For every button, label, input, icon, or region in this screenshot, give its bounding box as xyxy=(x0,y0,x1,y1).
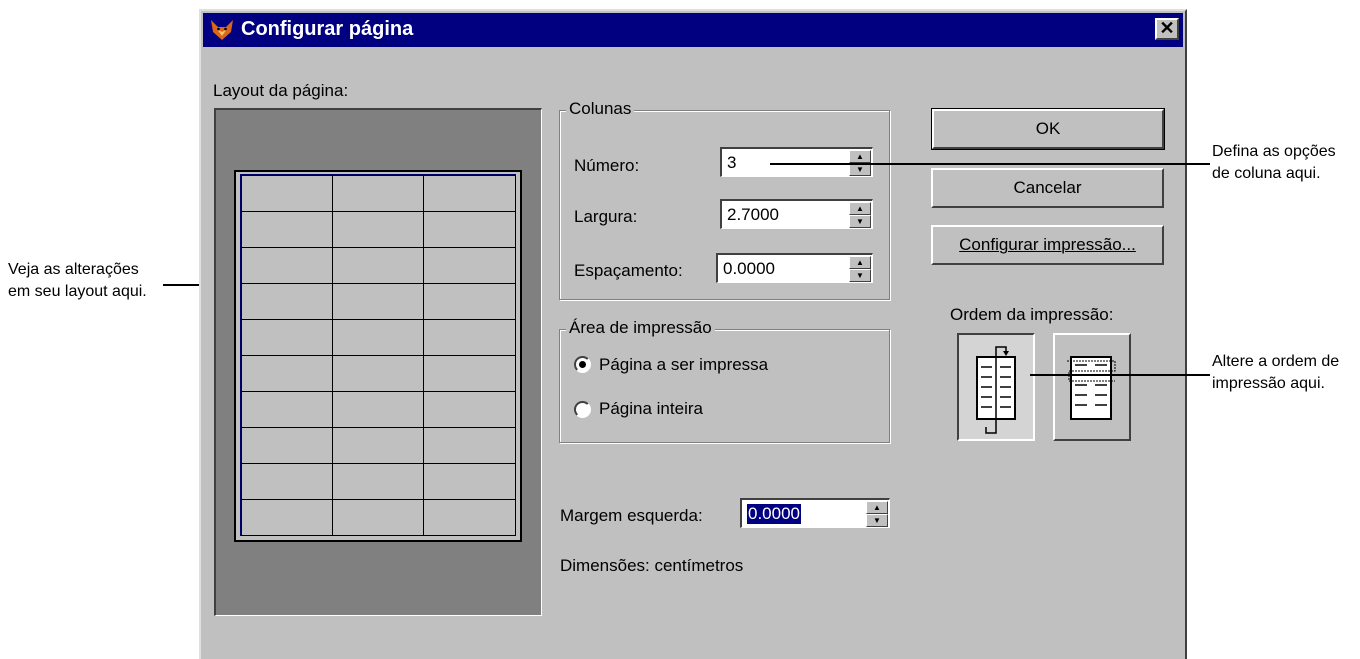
window-title: Configurar página xyxy=(241,18,414,40)
order-left-to-right-button[interactable] xyxy=(1053,333,1131,441)
print-setup-button[interactable]: Configurar impressão... xyxy=(931,225,1164,265)
preview-label-cell xyxy=(423,426,516,464)
preview-label-cell xyxy=(240,282,333,320)
layout-preview xyxy=(214,108,542,616)
radio-pagina-impressa[interactable] xyxy=(574,356,591,373)
preview-label-cell xyxy=(240,462,333,500)
title-bar[interactable]: Configurar página ✕ xyxy=(203,13,1183,47)
cancel-button[interactable]: Cancelar xyxy=(931,168,1164,208)
preview-label-cell xyxy=(423,318,516,356)
margem-value[interactable]: 0.0000 xyxy=(747,504,801,524)
preview-label-cell xyxy=(240,390,333,428)
espacamento-label: Espaçamento: xyxy=(574,261,683,280)
espacamento-up-button[interactable]: ▲ xyxy=(849,256,871,269)
order-label: Ordem da impressão: xyxy=(950,305,1114,324)
preview-label-cell xyxy=(331,462,425,500)
preview-label-cell xyxy=(331,354,425,392)
option-pagina-impressa[interactable]: Página a ser impressa xyxy=(599,355,768,375)
margem-spinner[interactable]: 0.0000 ▲ ▼ xyxy=(740,498,890,528)
margem-up-button[interactable]: ▲ xyxy=(866,501,888,514)
left-to-right-icon xyxy=(1067,356,1116,420)
preview-label-cell xyxy=(240,354,333,392)
numero-value[interactable]: 3 xyxy=(727,153,736,173)
numero-up-button[interactable]: ▲ xyxy=(849,150,871,163)
preview-grid xyxy=(240,174,516,536)
layout-label: Layout da página: xyxy=(213,81,349,100)
largura-up-button[interactable]: ▲ xyxy=(849,202,871,215)
callout-order-line2: impressão aqui. xyxy=(1212,375,1325,392)
preview-label-cell xyxy=(423,462,516,500)
preview-label-cell xyxy=(240,426,333,464)
close-icon: ✕ xyxy=(1159,18,1175,38)
preview-label-cell xyxy=(423,390,516,428)
margem-label: Margem esquerda: xyxy=(560,506,703,525)
callout-layout: Veja as alterações em seu layout aqui. xyxy=(8,259,147,303)
preview-label-cell xyxy=(240,318,333,356)
preview-label-cell xyxy=(331,426,425,464)
numero-label: Número: xyxy=(574,156,640,175)
page-setup-dialog: Configurar página ✕ Layout da página: Co… xyxy=(199,9,1187,659)
fox-app-icon xyxy=(211,20,233,40)
close-button[interactable]: ✕ xyxy=(1155,18,1179,40)
largura-label: Largura: xyxy=(574,207,638,226)
preview-label-cell xyxy=(423,354,516,392)
callout-order: Altere a ordem de impressão aqui. xyxy=(1212,351,1339,395)
order-top-to-bottom-button[interactable] xyxy=(957,333,1035,441)
largura-spinner[interactable]: 2.7000 ▲ ▼ xyxy=(720,199,873,229)
callout-colunas-line2: de coluna aqui. xyxy=(1212,165,1321,182)
callout-layout-line1: Veja as alterações xyxy=(8,261,139,278)
callout-colunas-line1: Defina as opções xyxy=(1212,143,1336,160)
preview-label-cell xyxy=(331,282,425,320)
espacamento-value[interactable]: 0.0000 xyxy=(723,259,775,279)
numero-spinner[interactable]: 3 ▲ ▼ xyxy=(720,147,873,177)
preview-label-cell xyxy=(331,210,425,248)
preview-label-cell xyxy=(331,174,425,212)
dimensoes-text: Dimensões: centímetros xyxy=(560,556,744,575)
preview-label-cell xyxy=(240,246,333,284)
area-legend: Área de impressão xyxy=(566,318,715,338)
radio-selected-dot xyxy=(579,361,586,368)
largura-down-button[interactable]: ▼ xyxy=(849,215,871,228)
preview-label-cell xyxy=(423,174,516,212)
callout-order-line1: Altere a ordem de xyxy=(1212,353,1340,370)
preview-label-cell xyxy=(331,390,425,428)
colunas-legend: Colunas xyxy=(566,99,635,119)
preview-label-cell xyxy=(240,498,333,536)
largura-value[interactable]: 2.7000 xyxy=(727,205,779,225)
preview-sheet xyxy=(234,170,522,542)
callout-layout-line2: em seu layout aqui. xyxy=(8,283,147,300)
callout-colunas-pointer xyxy=(770,163,1210,165)
area-group: Área de impressão xyxy=(559,318,890,443)
espacamento-down-button[interactable]: ▼ xyxy=(849,269,871,282)
preview-label-cell xyxy=(331,498,425,536)
callout-colunas: Defina as opções de coluna aqui. xyxy=(1212,141,1336,185)
margem-down-button[interactable]: ▼ xyxy=(866,514,888,527)
preview-label-cell xyxy=(240,174,333,212)
ok-button[interactable]: OK xyxy=(931,108,1165,150)
espacamento-spinner[interactable]: 0.0000 ▲ ▼ xyxy=(716,253,873,283)
preview-label-cell xyxy=(423,210,516,248)
preview-label-cell xyxy=(331,246,425,284)
preview-label-cell xyxy=(423,282,516,320)
preview-label-cell xyxy=(240,210,333,248)
preview-label-cell xyxy=(423,246,516,284)
radio-pagina-inteira[interactable] xyxy=(574,401,591,418)
preview-label-cell xyxy=(423,498,516,536)
callout-order-pointer xyxy=(1030,374,1210,376)
top-to-bottom-icon xyxy=(976,346,1016,434)
option-pagina-inteira[interactable]: Página inteira xyxy=(599,399,703,419)
preview-label-cell xyxy=(331,318,425,356)
